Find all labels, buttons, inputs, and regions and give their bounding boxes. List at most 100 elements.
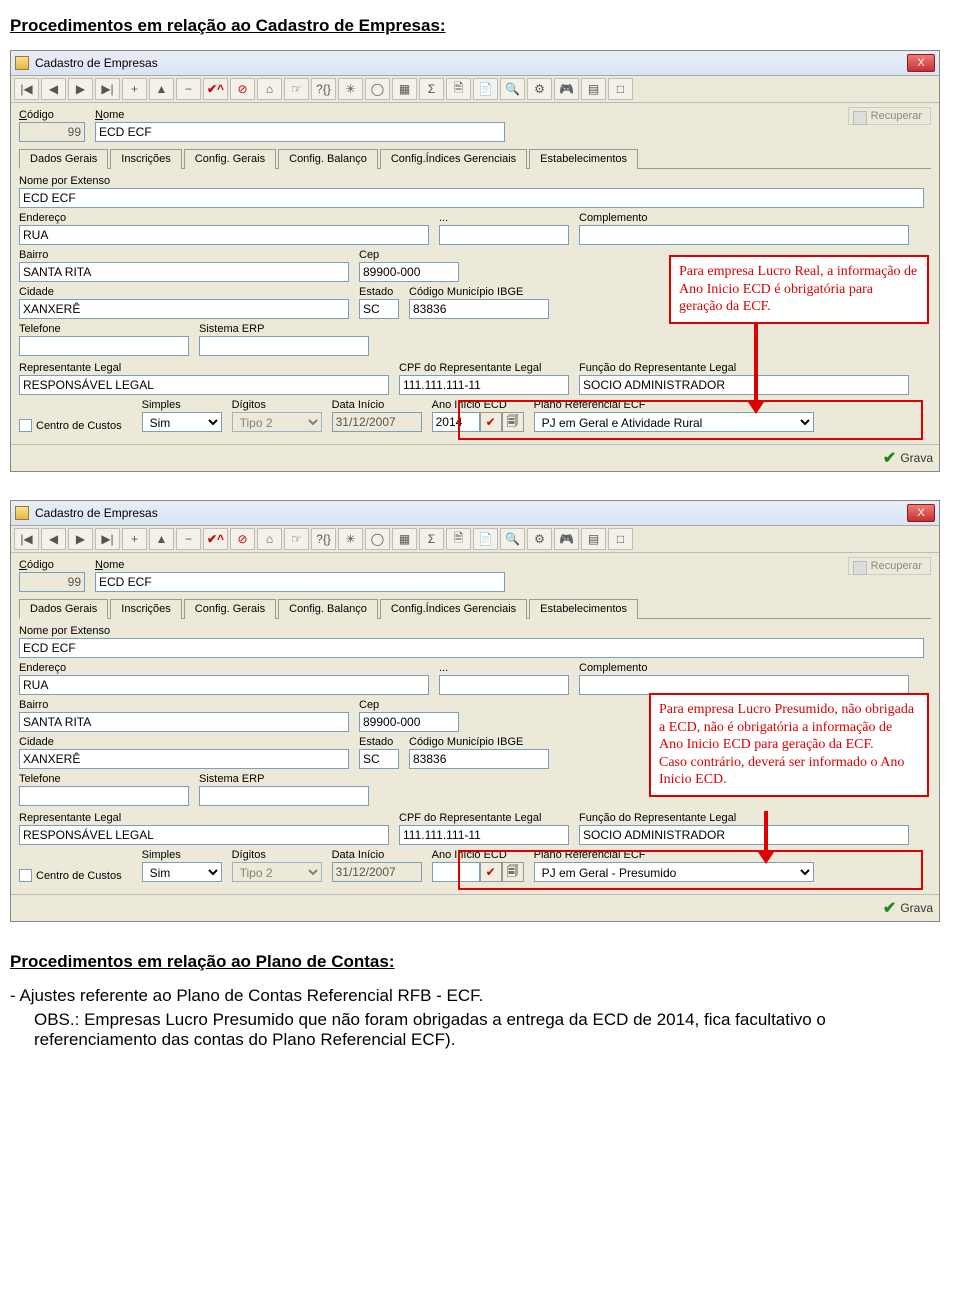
close-button[interactable]: X xyxy=(907,54,935,72)
move-up-button[interactable]: ▲ xyxy=(149,528,174,550)
data-inicio-input[interactable] xyxy=(332,412,422,432)
tool-23[interactable]: □ xyxy=(608,78,633,100)
tab-indices[interactable]: Config.Índices Gerenciais xyxy=(380,149,527,169)
estado-input[interactable] xyxy=(359,299,399,319)
bairro-input[interactable] xyxy=(19,712,349,732)
tool-search[interactable]: 🔍 xyxy=(500,528,525,550)
tab-inscricoes[interactable]: Inscrições xyxy=(110,599,182,619)
tool-12[interactable]: ?{} xyxy=(311,78,336,100)
tool-13[interactable]: ✳ xyxy=(338,528,363,550)
estado-input[interactable] xyxy=(359,749,399,769)
nav-last-button[interactable]: ▶| xyxy=(95,78,120,100)
tool-12[interactable]: ?{} xyxy=(311,528,336,550)
nav-first-button[interactable]: |◀ xyxy=(14,78,39,100)
tool-sum[interactable]: Σ xyxy=(419,78,444,100)
grava-button[interactable]: ✔Grava xyxy=(883,898,933,918)
tool-18[interactable]: 📄 xyxy=(473,78,498,100)
ano-ecd-input[interactable] xyxy=(432,862,480,882)
nav-next-button[interactable]: ▶ xyxy=(68,78,93,100)
tool-20[interactable]: ⚙ xyxy=(527,528,552,550)
digitos-select[interactable]: Tipo 2 xyxy=(232,862,322,882)
tool-17[interactable]: 🗎 xyxy=(446,528,471,550)
ano-ecd-lookup-button[interactable]: 🗐 xyxy=(502,862,524,882)
nav-last-button[interactable]: ▶| xyxy=(95,528,120,550)
tab-dados-gerais[interactable]: Dados Gerais xyxy=(19,149,108,169)
tab-config-gerais[interactable]: Config. Gerais xyxy=(184,149,276,169)
tool-20[interactable]: ⚙ xyxy=(527,78,552,100)
tool-13[interactable]: ✳ xyxy=(338,78,363,100)
tool-search[interactable]: 🔍 xyxy=(500,78,525,100)
codigo-input[interactable] xyxy=(19,572,85,592)
endereco-num-input[interactable] xyxy=(439,675,569,695)
nav-next-button[interactable]: ▶ xyxy=(68,528,93,550)
ano-ecd-input[interactable] xyxy=(432,412,480,432)
centro-custos-checkbox[interactable] xyxy=(19,419,32,432)
tool-18[interactable]: 📄 xyxy=(473,528,498,550)
recuperar-button[interactable]: Recuperar xyxy=(848,107,931,125)
funcao-repr-input[interactable] xyxy=(579,825,909,845)
ano-ecd-confirm-button[interactable]: ✔ xyxy=(480,862,502,882)
data-inicio-input[interactable] xyxy=(332,862,422,882)
cancel-button[interactable]: ⊘ xyxy=(230,78,255,100)
nav-prev-button[interactable]: ◀ xyxy=(41,528,66,550)
tool-11[interactable]: ☞ xyxy=(284,78,309,100)
simples-select[interactable]: Sim xyxy=(142,412,222,432)
add-button[interactable]: + xyxy=(122,528,147,550)
cpf-repr-input[interactable] xyxy=(399,825,569,845)
close-button[interactable]: X xyxy=(907,504,935,522)
nome-ext-input[interactable] xyxy=(19,638,924,658)
add-button[interactable]: + xyxy=(122,78,147,100)
cod-mun-input[interactable] xyxy=(409,749,549,769)
sistema-erp-input[interactable] xyxy=(199,336,369,356)
nome-input[interactable] xyxy=(95,572,505,592)
remove-button[interactable]: − xyxy=(176,78,201,100)
tab-dados-gerais[interactable]: Dados Gerais xyxy=(19,599,108,619)
cpf-repr-input[interactable] xyxy=(399,375,569,395)
tab-config-balanco[interactable]: Config. Balanço xyxy=(278,149,378,169)
tool-15[interactable]: ▦ xyxy=(392,528,417,550)
digitos-select[interactable]: Tipo 2 xyxy=(232,412,322,432)
tool-14[interactable]: ◯ xyxy=(365,528,390,550)
sistema-erp-input[interactable] xyxy=(199,786,369,806)
tab-indices[interactable]: Config.Índices Gerenciais xyxy=(380,599,527,619)
grava-button[interactable]: ✔Grava xyxy=(883,448,933,468)
tool-23[interactable]: □ xyxy=(608,528,633,550)
tool-sum[interactable]: Σ xyxy=(419,528,444,550)
endereco-input[interactable] xyxy=(19,225,429,245)
tab-estabelecimentos[interactable]: Estabelecimentos xyxy=(529,599,638,619)
ano-ecd-lookup-button[interactable]: 🗐 xyxy=(502,412,524,432)
tool-17[interactable]: 🗎 xyxy=(446,78,471,100)
plano-ecf-select[interactable]: PJ em Geral - Presumido xyxy=(534,862,814,882)
confirm-button[interactable]: ✔^ xyxy=(203,78,228,100)
cidade-input[interactable] xyxy=(19,299,349,319)
ano-ecd-confirm-button[interactable]: ✔ xyxy=(480,412,502,432)
tool-11[interactable]: ☞ xyxy=(284,528,309,550)
tab-config-gerais[interactable]: Config. Gerais xyxy=(184,599,276,619)
simples-select[interactable]: Sim xyxy=(142,862,222,882)
tool-21[interactable]: 🎮 xyxy=(554,78,579,100)
codigo-input[interactable] xyxy=(19,122,85,142)
tool-15[interactable]: ▦ xyxy=(392,78,417,100)
confirm-button[interactable]: ✔^ xyxy=(203,528,228,550)
endereco-num-input[interactable] xyxy=(439,225,569,245)
funcao-repr-input[interactable] xyxy=(579,375,909,395)
cep-input[interactable] xyxy=(359,262,459,282)
tool-10[interactable]: ⌂ xyxy=(257,528,282,550)
cep-input[interactable] xyxy=(359,712,459,732)
tool-21[interactable]: 🎮 xyxy=(554,528,579,550)
nav-first-button[interactable]: |◀ xyxy=(14,528,39,550)
tool-14[interactable]: ◯ xyxy=(365,78,390,100)
remove-button[interactable]: − xyxy=(176,528,201,550)
complemento-input[interactable] xyxy=(579,675,909,695)
tab-config-balanco[interactable]: Config. Balanço xyxy=(278,599,378,619)
telefone-input[interactable] xyxy=(19,336,189,356)
move-up-button[interactable]: ▲ xyxy=(149,78,174,100)
tool-22[interactable]: ▤ xyxy=(581,78,606,100)
tab-inscricoes[interactable]: Inscrições xyxy=(110,149,182,169)
plano-ecf-select[interactable]: PJ em Geral e Atividade Rural xyxy=(534,412,814,432)
repr-input[interactable] xyxy=(19,825,389,845)
endereco-input[interactable] xyxy=(19,675,429,695)
cod-mun-input[interactable] xyxy=(409,299,549,319)
nav-prev-button[interactable]: ◀ xyxy=(41,78,66,100)
recuperar-button[interactable]: Recuperar xyxy=(848,557,931,575)
